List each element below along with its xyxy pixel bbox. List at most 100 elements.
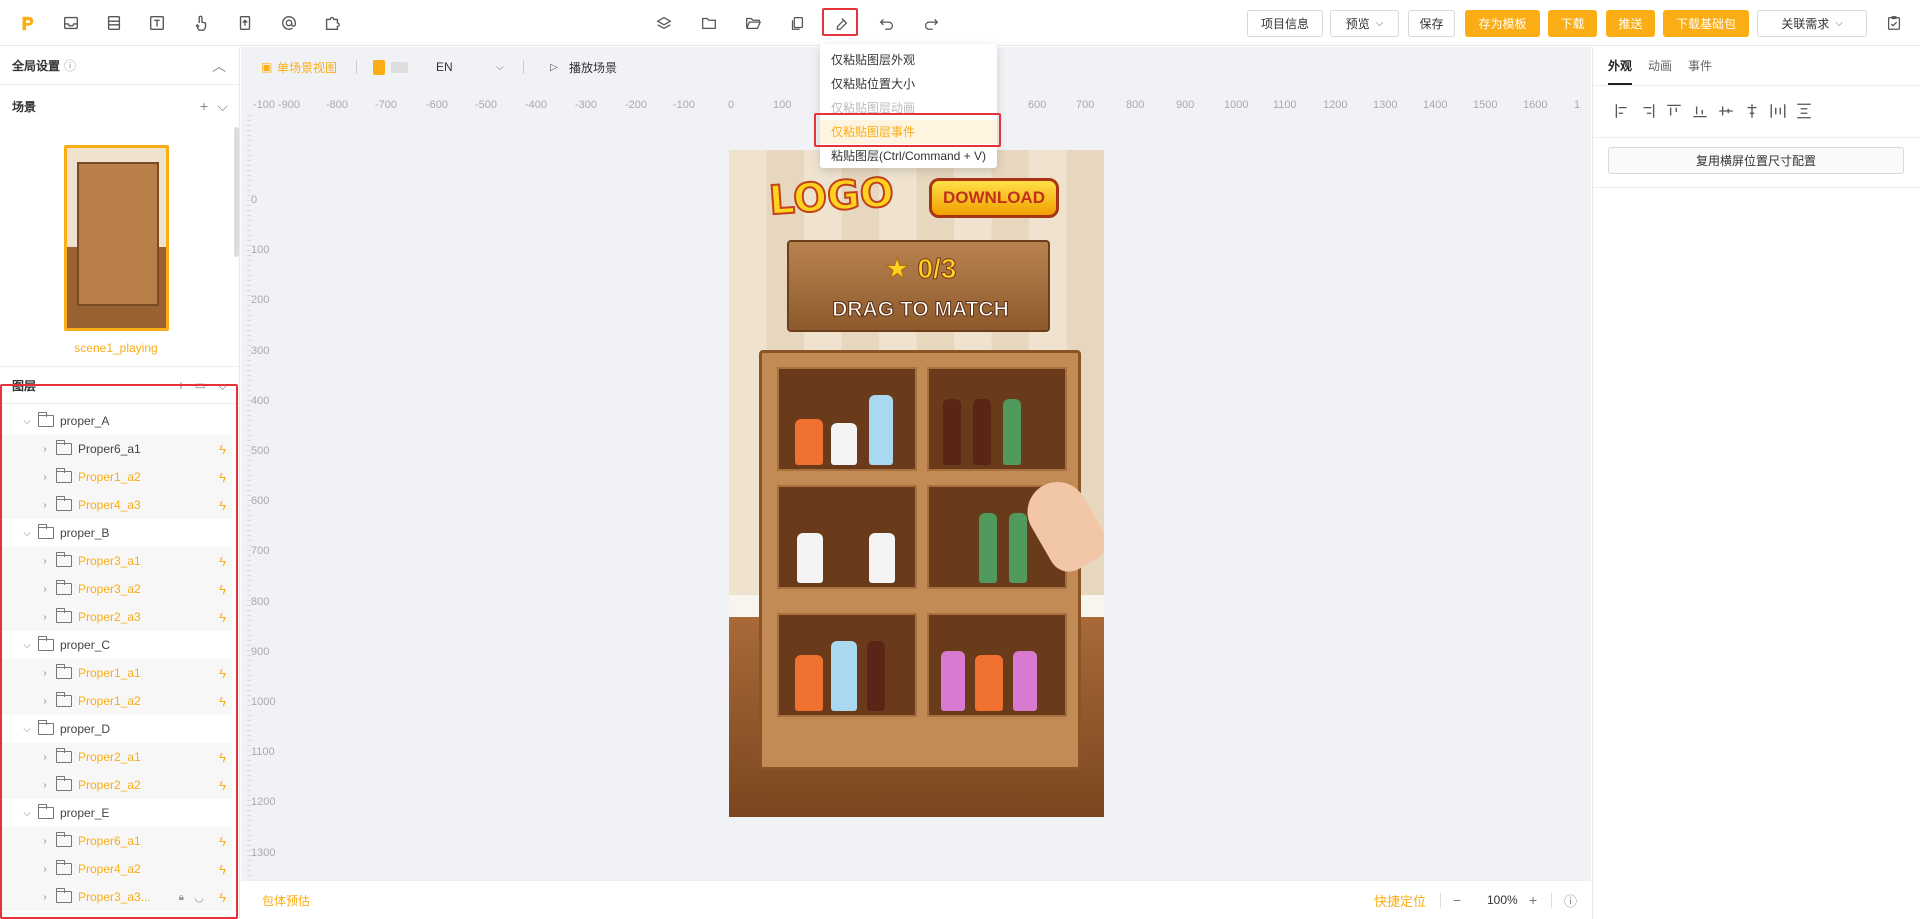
- reuse-landscape-config-button[interactable]: 复用横屏位置尺寸配置: [1608, 147, 1904, 174]
- layer-item[interactable]: › Proper2_a2 ϟ: [0, 771, 232, 799]
- bottle[interactable]: [979, 513, 997, 583]
- paste-icon[interactable]: [830, 12, 852, 34]
- layer-item[interactable]: › Proper2_a3 ϟ: [0, 603, 232, 631]
- layer-item[interactable]: › Proper1_a2 ϟ: [0, 463, 232, 491]
- layer-item[interactable]: › Proper3_a2 ϟ: [0, 575, 232, 603]
- visibility-icon[interactable]: ◡: [194, 891, 204, 904]
- text-icon[interactable]: [146, 12, 168, 34]
- touch-icon[interactable]: [190, 12, 212, 34]
- layer-item[interactable]: › Proper3_a3... ϟ 🔒︎ ◡: [0, 883, 232, 911]
- layers-icon[interactable]: [653, 12, 675, 34]
- chevron-right-icon[interactable]: ›: [38, 864, 52, 875]
- distribute-vertical-icon[interactable]: [1795, 102, 1811, 119]
- project-info-button[interactable]: 项目信息: [1247, 10, 1323, 37]
- align-left-icon[interactable]: [1613, 102, 1629, 118]
- chevron-right-icon[interactable]: ›: [38, 892, 52, 903]
- bottle[interactable]: [941, 651, 965, 711]
- save-button[interactable]: 保存: [1408, 10, 1455, 37]
- distribute-horizontal-icon[interactable]: [1769, 102, 1786, 118]
- chevron-down-icon[interactable]: ⌵: [20, 416, 34, 427]
- shelf-cell[interactable]: [777, 613, 917, 717]
- folder-open-icon[interactable]: [742, 12, 764, 34]
- layer-group[interactable]: ⌵ proper_E: [0, 799, 232, 827]
- paste-position-size-item[interactable]: 仅粘贴位置大小: [820, 72, 997, 96]
- layer-item[interactable]: › Proper6_a1 ϟ: [0, 435, 232, 463]
- chevron-down-icon[interactable]: ⌵: [217, 377, 228, 394]
- tab-animation[interactable]: 动画: [1648, 57, 1672, 74]
- lock-icon[interactable]: 🔒︎: [179, 892, 184, 903]
- download-base-button[interactable]: 下载基础包: [1663, 10, 1749, 37]
- chevron-right-icon[interactable]: ›: [38, 668, 52, 679]
- chevron-right-icon[interactable]: ›: [38, 584, 52, 595]
- chevron-right-icon[interactable]: ›: [38, 472, 52, 483]
- layout-icon[interactable]: [103, 12, 125, 34]
- play-icon[interactable]: ▷: [550, 62, 558, 73]
- copy-icon[interactable]: [786, 12, 808, 34]
- size-estimate-link[interactable]: 包体预估: [262, 892, 310, 909]
- tab-appearance[interactable]: 外观: [1608, 57, 1633, 85]
- paste-layer-item[interactable]: 粘贴图层(Ctrl/Command + V): [820, 144, 997, 168]
- add-layer-icon[interactable]: +: [177, 377, 185, 393]
- layer-group[interactable]: ⌵ proper_A: [0, 407, 232, 435]
- bottle[interactable]: [831, 641, 857, 711]
- layer-item[interactable]: › Proper4_a2 ϟ: [0, 855, 232, 883]
- bottle[interactable]: [795, 419, 823, 465]
- clipboard-check-icon[interactable]: [1883, 12, 1905, 34]
- push-button[interactable]: 推送: [1606, 10, 1655, 37]
- scene-scrollbar[interactable]: [234, 127, 239, 257]
- chevron-right-icon[interactable]: ›: [38, 696, 52, 707]
- scene-thumbnail[interactable]: [64, 145, 169, 331]
- chevron-right-icon[interactable]: ›: [38, 556, 52, 567]
- layer-group[interactable]: ⌵ proper_C: [0, 631, 232, 659]
- shelf-cell[interactable]: [927, 613, 1067, 717]
- layer-item[interactable]: › Proper1_a2 ϟ: [0, 687, 232, 715]
- chevron-right-icon[interactable]: ›: [38, 780, 52, 791]
- layer-item[interactable]: › Proper4_a3 ϟ: [0, 491, 232, 519]
- folder-icon[interactable]: [698, 12, 720, 34]
- align-right-icon[interactable]: [1639, 102, 1655, 118]
- align-top-icon[interactable]: [1665, 102, 1681, 118]
- add-scene-icon[interactable]: +: [200, 98, 208, 114]
- related-needs-dropdown[interactable]: 关联需求 ⌵: [1757, 10, 1867, 37]
- bottle[interactable]: [831, 423, 857, 465]
- layer-group[interactable]: ⌵ proper_B: [0, 519, 232, 547]
- layer-item[interactable]: › Proper3_a1 ϟ: [0, 547, 232, 575]
- bottle[interactable]: [869, 395, 893, 465]
- quick-locate-link[interactable]: 快捷定位: [1374, 891, 1426, 910]
- at-icon[interactable]: [278, 12, 300, 34]
- logo-icon[interactable]: [16, 12, 38, 34]
- paste-event-item[interactable]: 仅粘贴图层事件: [820, 120, 997, 144]
- chevron-down-icon[interactable]: ⌵: [496, 62, 504, 73]
- help-icon[interactable]: ⓘ: [64, 57, 76, 74]
- bottle[interactable]: [867, 641, 885, 711]
- bottle[interactable]: [973, 399, 991, 465]
- game-download-button[interactable]: DOWNLOAD: [929, 178, 1059, 218]
- save-template-button[interactable]: 存为模板: [1465, 10, 1540, 37]
- scene-name[interactable]: scene1_playing: [0, 341, 232, 355]
- layer-item[interactable]: › Proper1_a1 ϟ: [0, 659, 232, 687]
- layer-item[interactable]: › Proper6_a1 ϟ: [0, 827, 232, 855]
- chevron-down-icon[interactable]: ⌵: [20, 528, 34, 539]
- chevron-right-icon[interactable]: ›: [38, 444, 52, 455]
- game-preview[interactable]: LOGO DOWNLOAD ★ 0/3 DRAG TO MATCH: [729, 150, 1104, 817]
- align-bottom-icon[interactable]: [1691, 102, 1707, 118]
- bottle[interactable]: [1009, 513, 1027, 583]
- bottle[interactable]: [975, 655, 1003, 711]
- zoom-out-icon[interactable]: −: [1453, 892, 1461, 908]
- chevron-down-icon[interactable]: ⌵: [20, 808, 34, 819]
- layer-item[interactable]: › Proper2_a1 ϟ: [0, 743, 232, 771]
- upload-icon[interactable]: [234, 12, 256, 34]
- chevron-right-icon[interactable]: ›: [38, 836, 52, 847]
- tab-events[interactable]: 事件: [1688, 57, 1712, 74]
- align-center-icon[interactable]: [1743, 102, 1759, 118]
- help-icon[interactable]: ⓘ: [1564, 891, 1577, 910]
- undo-icon[interactable]: [876, 12, 898, 34]
- bottle[interactable]: [795, 655, 823, 711]
- puzzle-icon[interactable]: [321, 12, 343, 34]
- inbox-icon[interactable]: [60, 12, 82, 34]
- zoom-in-icon[interactable]: +: [1529, 892, 1537, 908]
- chevron-down-icon[interactable]: ⌵: [217, 98, 228, 115]
- redo-icon[interactable]: [920, 12, 942, 34]
- bottle[interactable]: [797, 533, 823, 583]
- shelf-cell[interactable]: [777, 485, 917, 589]
